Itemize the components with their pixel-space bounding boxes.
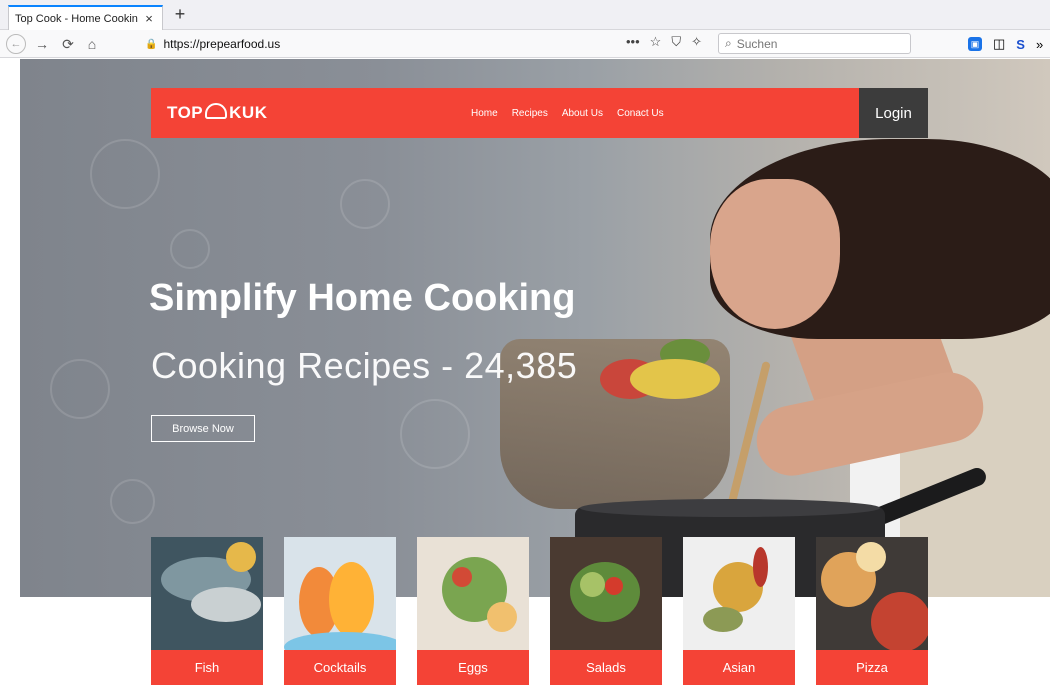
photo-shape (191, 587, 261, 622)
photo-shape (871, 592, 928, 650)
woman-face-image (710, 179, 840, 329)
web-page: TOP KUK Home Recipes About Us Conact Us … (0, 59, 1050, 689)
category-card-fish[interactable]: Fish (151, 537, 263, 685)
photo-shape (329, 562, 374, 637)
hero-subline: Cooking Recipes - 24,385 (151, 345, 578, 386)
category-label: Eggs (417, 650, 529, 685)
hero-headline: Simplify Home Cooking (149, 277, 576, 319)
site-logo[interactable]: TOP KUK (167, 88, 267, 138)
browse-now-button[interactable]: Browse Now (151, 415, 255, 442)
bookmark-star-icon[interactable]: ☆ (650, 34, 662, 50)
extension-icon[interactable]: ▣ (968, 37, 982, 51)
nav-contact-us[interactable]: Conact Us (617, 108, 664, 119)
logo-text-left: TOP (167, 103, 204, 122)
login-button[interactable]: Login (859, 88, 928, 138)
pizza-image (816, 537, 928, 650)
main-nav: Home Recipes About Us Conact Us (471, 88, 664, 138)
salads-image (550, 537, 662, 650)
asian-image (683, 537, 795, 650)
hero-section: TOP KUK Home Recipes About Us Conact Us … (20, 59, 1050, 597)
search-icon: ⌕ (725, 36, 732, 50)
toolbar-right-icons: ▣ ◫ S » (968, 36, 1043, 52)
photo-shape (452, 567, 472, 587)
doodle-tomato-icon (170, 229, 210, 269)
doodle-whisk-icon (340, 179, 390, 229)
s-extension-icon[interactable]: S (1016, 37, 1025, 52)
browser-tab[interactable]: Top Cook - Home Cookin × (8, 5, 163, 30)
doodle-pot-icon (90, 139, 160, 209)
category-row: Fish Cocktails Eggs Salads Asian Pizza (151, 537, 941, 689)
browser-tab-bar: Top Cook - Home Cookin × + (0, 0, 1050, 30)
category-card-salads[interactable]: Salads (550, 537, 662, 685)
category-card-asian[interactable]: Asian (683, 537, 795, 685)
corn-image (630, 359, 720, 399)
category-label: Fish (151, 650, 263, 685)
overflow-menu-icon[interactable]: » (1036, 37, 1043, 52)
magic-wand-icon[interactable]: ✧ (691, 34, 702, 50)
reload-icon[interactable]: ⟳ (58, 34, 78, 54)
site-header: TOP KUK Home Recipes About Us Conact Us (151, 88, 859, 138)
pot-rim-image (580, 499, 880, 517)
browser-search-input[interactable]: ⌕ Suchen (718, 33, 911, 54)
home-icon[interactable]: ⌂ (82, 34, 102, 54)
search-placeholder: Suchen (736, 36, 778, 51)
page-actions-icon[interactable]: ••• (626, 34, 640, 50)
lock-icon: 🔒 (145, 38, 158, 50)
chef-hat-icon (205, 103, 228, 119)
category-label: Asian (683, 650, 795, 685)
browser-nav-bar: ← → ⟳ ⌂ 🔒 https://prepearfood.us ••• ☆ ⛉… (0, 30, 1050, 58)
photo-shape (856, 542, 886, 572)
doodle-lemon-icon (110, 479, 155, 524)
photo-shape (753, 547, 768, 587)
address-bar[interactable]: 🔒 https://prepearfood.us (145, 33, 705, 55)
cocktails-image (284, 537, 396, 650)
forward-arrow-icon[interactable]: → (32, 34, 52, 54)
doodle-pan-icon (50, 359, 110, 419)
nav-home[interactable]: Home (471, 108, 498, 119)
new-tab-button[interactable]: + (169, 4, 191, 25)
url-actions: ••• ☆ ⛉ ✧ (626, 34, 702, 50)
photo-shape (226, 542, 256, 572)
category-card-cocktails[interactable]: Cocktails (284, 537, 396, 685)
category-label: Pizza (816, 650, 928, 685)
doodle-bowl-icon (400, 399, 470, 469)
photo-shape (570, 562, 640, 622)
sidebar-icon[interactable]: ◫ (993, 36, 1005, 52)
nav-recipes[interactable]: Recipes (512, 108, 548, 119)
eggs-image (417, 537, 529, 650)
back-arrow-icon[interactable]: ← (6, 34, 26, 54)
fish-image (151, 537, 263, 650)
category-card-pizza[interactable]: Pizza (816, 537, 928, 685)
logo-text-right: KUK (229, 103, 268, 122)
photo-shape (487, 602, 517, 632)
shield-icon[interactable]: ⛉ (671, 34, 681, 50)
category-label: Salads (550, 650, 662, 685)
close-tab-icon[interactable]: × (142, 11, 156, 26)
photo-shape (605, 577, 623, 595)
category-label: Cocktails (284, 650, 396, 685)
category-card-eggs[interactable]: Eggs (417, 537, 529, 685)
photo-shape (580, 572, 605, 597)
photo-shape (703, 607, 743, 632)
tab-title: Top Cook - Home Cookin (15, 12, 138, 25)
nav-about-us[interactable]: About Us (562, 108, 603, 119)
url-text: https://prepearfood.us (163, 37, 281, 51)
